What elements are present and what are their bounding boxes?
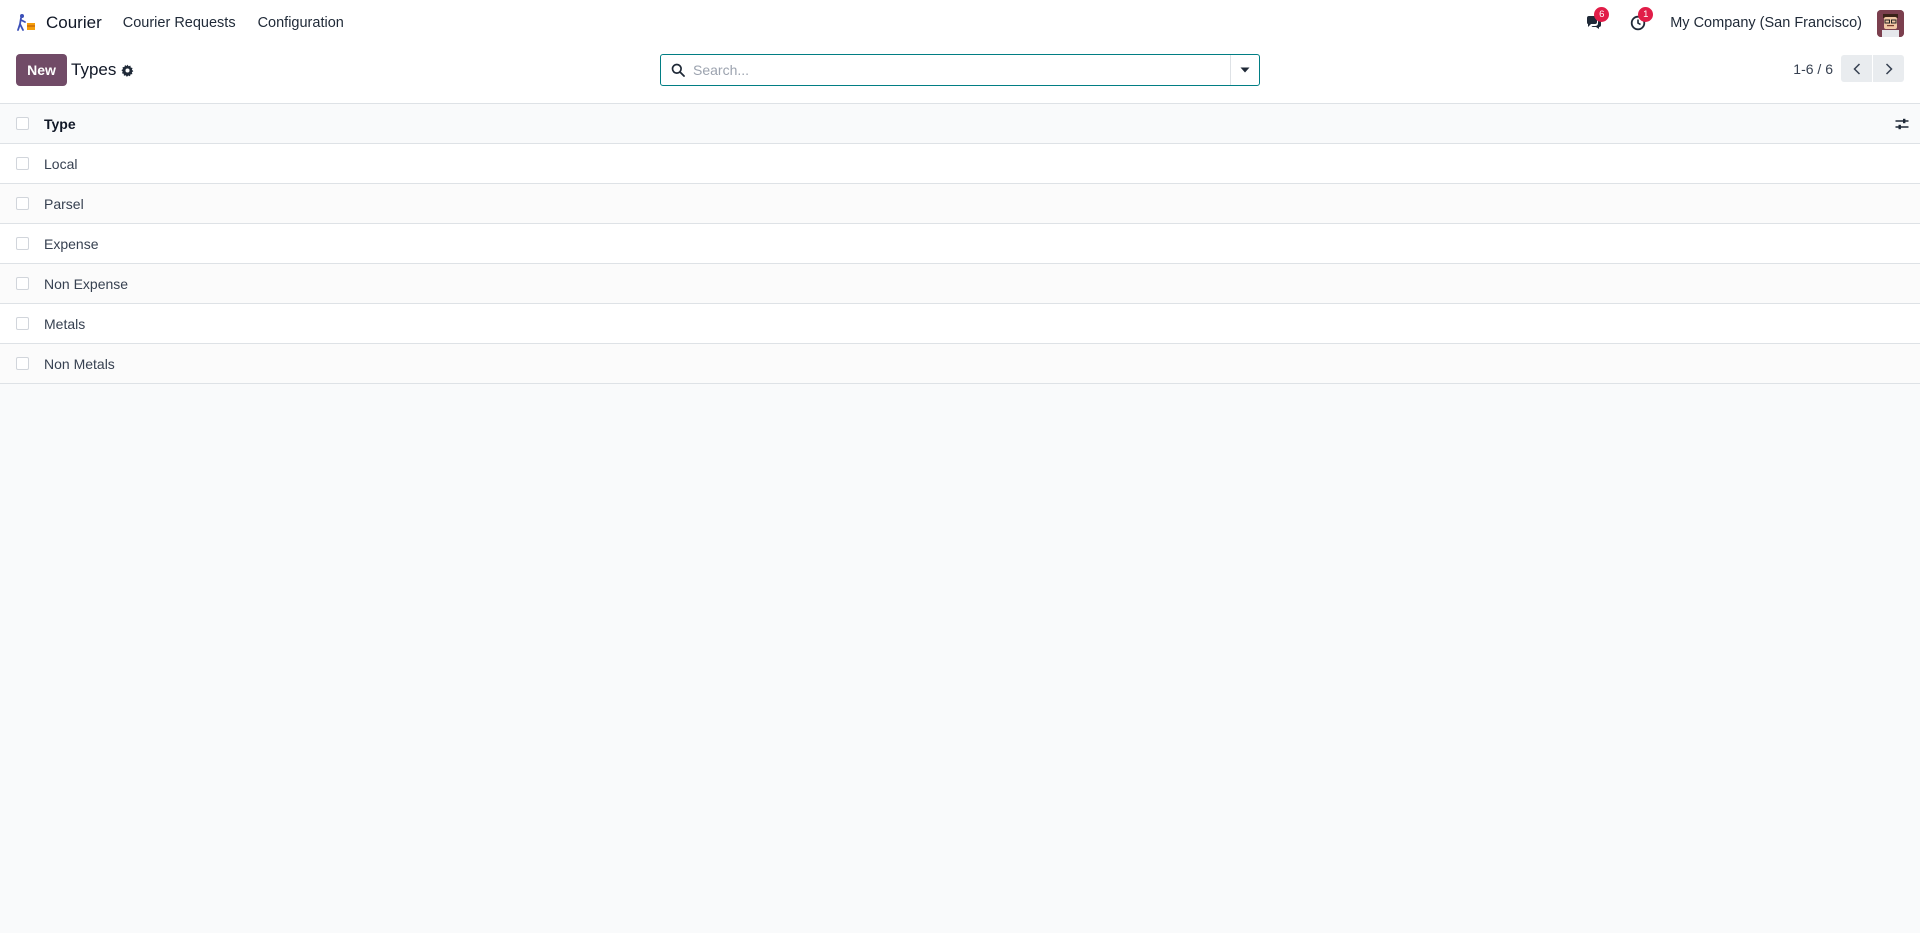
table-row[interactable]: Expense	[0, 224, 1920, 264]
select-all-checkbox[interactable]	[16, 117, 29, 130]
table-row[interactable]: Metals	[0, 304, 1920, 344]
chevron-left-icon	[1852, 62, 1860, 75]
search-options-toggle[interactable]	[1230, 55, 1259, 85]
search-bar	[660, 54, 1260, 86]
row-checkbox[interactable]	[16, 197, 29, 210]
type-cell[interactable]: Non Metals	[44, 356, 115, 372]
pager-next-button[interactable]	[1873, 55, 1904, 82]
pager: 1-6 / 6	[1793, 55, 1904, 82]
list-table: Type Local Parsel Expense Non Expense Me…	[0, 104, 1920, 384]
page-title: Types	[71, 60, 117, 79]
row-checkbox[interactable]	[16, 237, 29, 250]
control-panel: New Types 1-6 / 6	[0, 46, 1920, 104]
type-cell[interactable]: Parsel	[44, 196, 84, 212]
table-row[interactable]: Non Metals	[0, 344, 1920, 384]
table-row[interactable]: Parsel	[0, 184, 1920, 224]
row-checkbox[interactable]	[16, 357, 29, 370]
type-cell[interactable]: Expense	[44, 236, 98, 252]
type-cell[interactable]: Metals	[44, 316, 85, 332]
pager-previous-button[interactable]	[1841, 55, 1872, 82]
pager-value[interactable]: 1-6 / 6	[1793, 61, 1833, 77]
chevron-right-icon	[1885, 62, 1893, 75]
menu-courier-requests[interactable]: Courier Requests	[123, 15, 236, 31]
messages-badge: 6	[1594, 7, 1610, 22]
activities-button[interactable]: 1	[1626, 7, 1654, 35]
systray: 6 1 My Company (San Francisco)	[1582, 7, 1904, 37]
column-header-type[interactable]: Type	[44, 116, 76, 132]
courier-app-icon[interactable]	[16, 12, 38, 34]
top-navbar: Courier Courier Requests Configuration 6…	[0, 0, 1920, 46]
table-header: Type	[0, 104, 1920, 144]
company-switcher[interactable]: My Company (San Francisco)	[1670, 15, 1862, 31]
caret-down-icon	[1240, 67, 1250, 73]
type-cell[interactable]: Local	[44, 156, 77, 172]
table-row[interactable]: Non Expense	[0, 264, 1920, 304]
type-cell[interactable]: Non Expense	[44, 276, 128, 292]
app-name[interactable]: Courier	[46, 13, 102, 33]
messages-button[interactable]: 6	[1582, 7, 1610, 35]
row-checkbox[interactable]	[16, 277, 29, 290]
menu-configuration[interactable]: Configuration	[258, 15, 344, 31]
optional-columns-icon[interactable]	[1894, 116, 1910, 132]
activities-badge: 1	[1638, 7, 1654, 22]
breadcrumb: Types	[71, 60, 134, 80]
search-icon	[671, 63, 685, 77]
row-checkbox[interactable]	[16, 157, 29, 170]
search-input[interactable]	[693, 56, 1230, 84]
user-avatar[interactable]	[1877, 9, 1904, 37]
new-button[interactable]: New	[16, 54, 67, 86]
table-row[interactable]: Local	[0, 144, 1920, 184]
row-checkbox[interactable]	[16, 317, 29, 330]
gear-icon[interactable]	[121, 64, 134, 77]
